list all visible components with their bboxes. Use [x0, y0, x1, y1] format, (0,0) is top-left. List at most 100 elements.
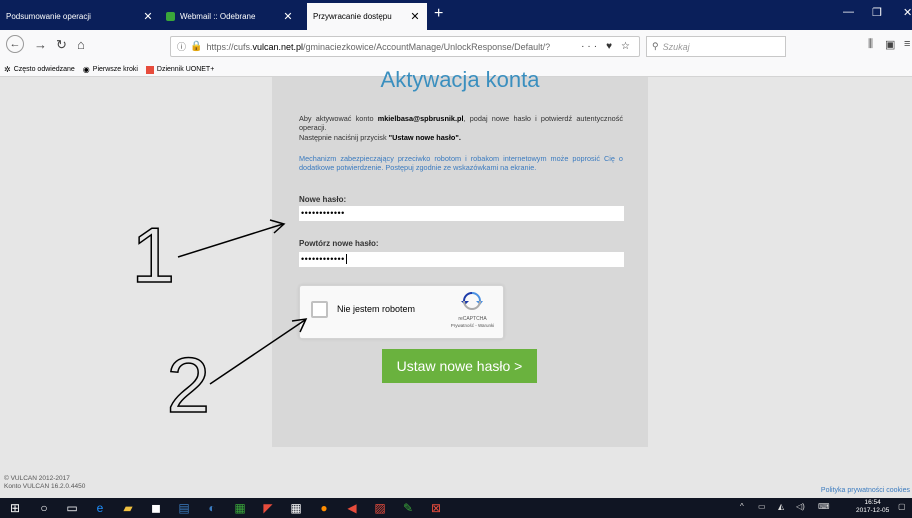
- search-placeholder: Szukaj: [662, 41, 690, 52]
- store-icon[interactable]: ◼: [149, 501, 163, 515]
- reload-icon[interactable]: ↻: [56, 37, 67, 53]
- new-password-label: Nowe hasło:: [299, 195, 347, 204]
- lock-icon[interactable]: 🔒: [190, 41, 202, 52]
- app-icon[interactable]: ▦: [233, 501, 247, 515]
- pocket-icon[interactable]: ♥: [606, 41, 615, 52]
- volume-icon[interactable]: ◁): [796, 502, 805, 511]
- bookmark-label: Dziennik UONET+: [156, 66, 215, 73]
- app-icon[interactable]: ◀: [345, 501, 359, 515]
- firefox-icon[interactable]: ●: [317, 501, 331, 515]
- tab-webmail[interactable]: Webmail :: Odebrane ✕: [160, 3, 300, 30]
- annotation-number-1: 1: [132, 211, 175, 299]
- intro-text: Aby aktywować konto mkielbasa@spbrusnik.…: [299, 114, 623, 142]
- search-input[interactable]: ⚲ Szukaj: [646, 36, 786, 57]
- tab-label: Webmail :: Odebrane: [180, 12, 256, 21]
- new-password-field[interactable]: ••••••••••••: [299, 206, 624, 221]
- intro-button-ref: "Ustaw nowe hasło".: [388, 132, 461, 142]
- captcha-brand: reCAPTCHA: [458, 316, 487, 322]
- bookmark-star-icon[interactable]: ☆: [621, 41, 633, 52]
- tab-label: Podsumowanie operacji: [6, 12, 91, 21]
- menu-icon[interactable]: ≡: [904, 38, 910, 50]
- minimize-icon[interactable]: —: [843, 6, 854, 18]
- repeat-password-value: ••••••••••••: [301, 254, 345, 264]
- clock-time: 16:54: [864, 499, 881, 506]
- url-path: /gminaciezkowice/AccountManage/UnlockRes…: [303, 41, 551, 52]
- page-actions-icon[interactable]: ···: [581, 41, 600, 52]
- keyboard-icon[interactable]: ⌨: [818, 502, 830, 511]
- library-icon[interactable]: ⫼: [868, 38, 873, 51]
- recaptcha-logo-icon: [461, 292, 483, 310]
- url-text[interactable]: https://cufs.vulcan.net.pl/gminaciezkowi…: [206, 42, 575, 52]
- activation-panel: Aktywacja konta Aby aktywować konto mkie…: [272, 67, 648, 447]
- file-explorer-icon[interactable]: ▰: [121, 501, 135, 515]
- forward-icon[interactable]: →: [34, 37, 47, 52]
- bookmark-uonet[interactable]: Dziennik UONET+: [145, 65, 215, 74]
- url-domain: vulcan.net.pl: [252, 41, 304, 52]
- notifications-icon[interactable]: ▢: [898, 502, 906, 511]
- tab-label: Przywracanie dostępu: [313, 12, 392, 21]
- clock-date: 2017-12-05: [856, 507, 890, 514]
- restore-icon[interactable]: ❐: [872, 6, 882, 19]
- text-cursor: [345, 254, 347, 264]
- url-prefix: https://cufs.: [206, 41, 253, 52]
- recaptcha-widget: Nie jestem robotem reCAPTCHA Prywatność …: [299, 285, 504, 339]
- search-icon[interactable]: ○: [37, 501, 51, 515]
- footer-left: © VULCAN 2012-2017 Konto VULCAN 16.2.0.4…: [4, 475, 85, 491]
- account-email: mkielbasa@spbrusnik.pl: [377, 114, 464, 123]
- edge-icon[interactable]: e: [93, 501, 107, 515]
- captcha-checkbox[interactable]: [311, 301, 328, 318]
- set-password-button[interactable]: Ustaw nowe hasło >: [382, 349, 537, 383]
- new-tab-icon[interactable]: +: [434, 5, 443, 23]
- uonet-icon: [145, 65, 154, 74]
- browser-tab-strip: Podsumowanie operacji ✕ Webmail :: Odebr…: [0, 0, 912, 30]
- app-icon[interactable]: ◐: [205, 501, 219, 515]
- address-bar[interactable]: ⓘ 🔒 https://cufs.vulcan.net.pl/gminaciez…: [170, 36, 640, 57]
- close-icon[interactable]: ✕: [282, 10, 294, 23]
- bookmark-czesto[interactable]: ✲ Często odwiedzane: [4, 65, 75, 74]
- annotation-number-2: 2: [167, 341, 210, 429]
- app-icon[interactable]: ▤: [177, 501, 191, 515]
- webmail-icon: [166, 12, 175, 21]
- bookmark-pierwsze[interactable]: ◉ Pierwsze kroki: [83, 65, 138, 74]
- page-title: Aktywacja konta: [380, 67, 540, 92]
- search-icon: ⚲: [652, 41, 659, 51]
- app-icon[interactable]: ✎: [401, 501, 415, 515]
- home-icon[interactable]: ⌂: [77, 37, 85, 52]
- tab-podsumowanie[interactable]: Podsumowanie operacji ✕: [0, 3, 160, 30]
- network-icon[interactable]: ◭: [778, 502, 784, 511]
- app-icon[interactable]: ◤: [261, 501, 275, 515]
- app-icon[interactable]: ▨: [373, 501, 387, 515]
- privacy-link[interactable]: Polityka prywatności cookies: [821, 487, 910, 494]
- intro-part: Następnie naciśnij przycisk: [299, 132, 389, 142]
- info-icon[interactable]: ⓘ: [177, 40, 186, 53]
- navigation-toolbar: ← → ↻ ⌂ ⓘ 🔒 https://cufs.vulcan.net.pl/g…: [0, 30, 912, 63]
- captcha-label: Nie jestem robotem: [337, 304, 416, 314]
- close-icon[interactable]: ✕: [409, 10, 421, 23]
- repeat-password-field[interactable]: ••••••••••••: [299, 252, 624, 267]
- back-icon[interactable]: ←: [6, 35, 24, 53]
- close-icon[interactable]: ✕: [142, 10, 154, 23]
- tray-icon[interactable]: ▭: [758, 502, 766, 511]
- window-close-icon[interactable]: ✕: [903, 6, 912, 19]
- captcha-links[interactable]: Prywatność - Warunki: [445, 323, 500, 328]
- repeat-password-label: Powtórz nowe hasło:: [299, 239, 379, 248]
- tab-przywracanie[interactable]: Przywracanie dostępu ✕: [307, 3, 427, 30]
- app-icon[interactable]: ⊠: [429, 501, 443, 515]
- bookmark-label: Często odwiedzane: [13, 66, 75, 73]
- intro-part: Aby aktywować konto: [299, 114, 378, 123]
- annotation-arrow-1: [177, 219, 286, 258]
- tray-chevron-icon[interactable]: ^: [740, 502, 744, 511]
- footer-copyright: © VULCAN 2012-2017: [4, 475, 70, 482]
- page-content: Aktywacja konta Aby aktywować konto mkie…: [0, 67, 912, 498]
- sidebar-icon[interactable]: ▣: [885, 38, 895, 51]
- gear-icon: ✲: [4, 65, 11, 74]
- windows-start-icon[interactable]: ⊞: [8, 501, 22, 515]
- windows-taskbar: ⊞ ○ ▭ e ▰ ◼ ▤ ◐ ▦ ◤ ▦ ● ◀ ▨ ✎ ⊠ ^ ▭ ◭ ◁)…: [0, 498, 912, 518]
- bookmark-label: Pierwsze kroki: [92, 66, 138, 73]
- task-view-icon[interactable]: ▭: [65, 501, 79, 515]
- firefox-icon: ◉: [82, 65, 90, 74]
- footer-version: Konto VULCAN 16.2.0.4450: [4, 483, 86, 490]
- taskbar-clock[interactable]: 16:54 2017-12-05: [856, 499, 889, 515]
- mechanism-notice: Mechanizm zabezpieczający przeciwko robo…: [299, 154, 623, 173]
- calculator-icon[interactable]: ▦: [289, 501, 303, 515]
